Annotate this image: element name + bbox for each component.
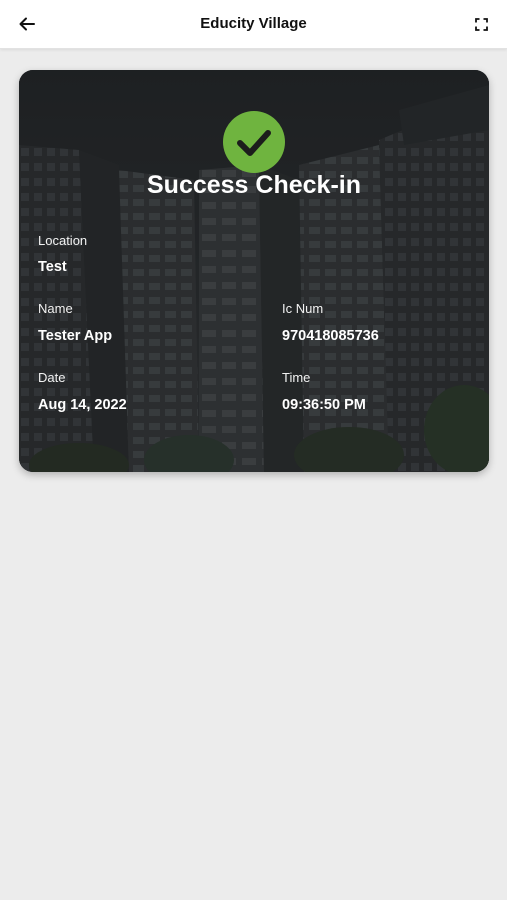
ic-num-label: Ic Num [282, 301, 324, 316]
check-circle-icon [223, 111, 285, 173]
date-label: Date [38, 370, 66, 385]
name-label: Name [38, 301, 73, 316]
name-value: Tester App [38, 328, 113, 344]
ic-num-value: 970418085736 [282, 328, 379, 344]
date-value: Aug 14, 2022 [38, 397, 127, 413]
checkin-card: Success Check-in Location Test Name Test… [19, 70, 489, 472]
page-title: Educity Village [200, 15, 307, 32]
time-label: Time [282, 370, 311, 385]
location-label: Location [38, 233, 88, 248]
fullscreen-icon [474, 17, 488, 31]
location-value: Test [38, 259, 67, 275]
time-value: 09:36:50 PM [282, 397, 366, 413]
app-header: Educity Village [0, 0, 507, 49]
fullscreen-button[interactable] [471, 14, 491, 34]
status-title: Success Check-in [147, 171, 361, 199]
